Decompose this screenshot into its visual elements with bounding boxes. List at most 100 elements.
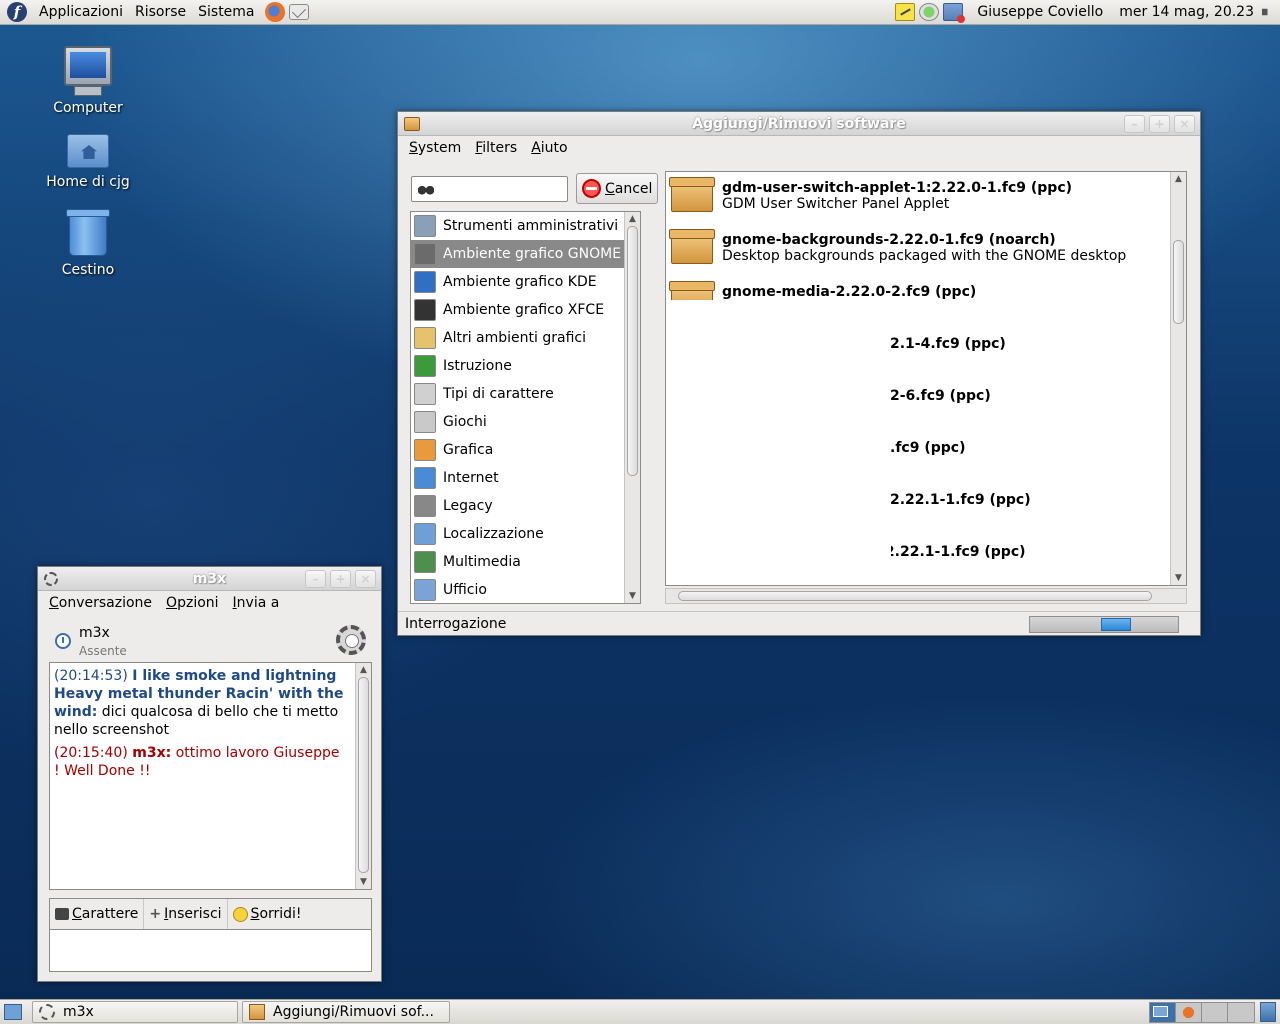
group-item[interactable]: Altri ambienti grafici [411, 324, 640, 352]
buddy-icon[interactable] [336, 625, 366, 655]
group-item[interactable]: Grafica [411, 436, 640, 464]
close-button[interactable]: × [355, 569, 376, 588]
group-list-scrollbar[interactable]: ▲ ▼ [624, 212, 640, 603]
pidgin-gear-icon [39, 1004, 55, 1020]
floppy-icon [414, 495, 436, 517]
conversation-log[interactable]: (20:14:53) I like smoke and lightning He… [49, 662, 372, 890]
package-row[interactable]: gnome-backgrounds-2.22.0-1.fc9 (noarch) D… [666, 224, 1170, 276]
mail-launcher-icon[interactable] [288, 4, 309, 20]
fedora-logo-icon[interactable]: f [7, 2, 27, 22]
maximize-button[interactable]: + [1149, 114, 1170, 133]
cancel-button[interactable]: Cancel [576, 173, 658, 204]
insert-button[interactable]: + Inserisci [144, 899, 228, 929]
scroll-down-arrow-icon[interactable]: ▼ [356, 875, 371, 889]
network-manager-icon[interactable] [943, 3, 966, 23]
group-item[interactable]: Ambiente grafico KDE [411, 268, 640, 296]
update-notifier-icon[interactable] [919, 3, 940, 21]
package-list: gdm-user-switch-applet-1:2.22.0-1.fc9 (p… [665, 171, 1187, 586]
package-list-hscrollbar[interactable] [665, 588, 1187, 604]
menu-system[interactable]: System [402, 140, 468, 156]
kde-icon [414, 271, 436, 293]
package-row[interactable]: gdm-user-switch-applet-1:2.22.0-1.fc9 (p… [666, 172, 1170, 224]
package-window-icon[interactable] [404, 116, 420, 131]
maximize-button[interactable]: + [330, 569, 351, 588]
group-item[interactable]: Ambiente grafico GNOME [411, 240, 640, 268]
top-panel: f Applicazioni Risorse Sistema Giuseppe … [0, 0, 1280, 25]
paint-palette-icon [414, 439, 436, 461]
chat-message: (20:14:53) I like smoke and lightning He… [54, 667, 349, 739]
scroll-down-arrow-icon[interactable]: ▼ [625, 589, 640, 603]
window-title: Aggiungi/Rimuovi software [692, 115, 906, 132]
menu-sistema[interactable]: Sistema [192, 4, 260, 20]
menu-applicazioni[interactable]: Applicazioni [33, 4, 129, 20]
message-input[interactable] [49, 929, 372, 972]
group-label: Internet [443, 470, 499, 486]
group-item[interactable]: Ambiente grafico XFCE [411, 296, 640, 324]
scrollbar-thumb[interactable] [678, 591, 1152, 601]
taskbar-label: m3x [63, 1004, 94, 1020]
taskbar-button-chat[interactable]: m3x [32, 1001, 238, 1023]
taskbar-button-software[interactable]: Aggiungi/Rimuovi sof... [242, 1001, 450, 1023]
trash-applet-icon[interactable] [1260, 1002, 1276, 1022]
group-item[interactable]: Strumenti amministrativi [411, 212, 640, 240]
group-item[interactable]: Giochi [411, 408, 640, 436]
group-label: Ambiente grafico XFCE [443, 302, 605, 318]
film-icon [414, 551, 436, 573]
status-text: Interrogazione [405, 615, 507, 632]
menu-aiuto[interactable]: Aiuto [524, 140, 574, 156]
group-item[interactable]: Legacy [411, 492, 640, 520]
admin-tools-icon [414, 215, 436, 237]
scrollbar-thumb[interactable] [1173, 240, 1184, 324]
desktop-icon-computer[interactable]: Computer [33, 46, 143, 116]
window-titlebar[interactable]: m3x – + × [38, 567, 381, 591]
package-name: 2.22.1-1.fc9 (ppc) [890, 492, 1031, 508]
desktop-icon-trash[interactable]: Cestino [33, 209, 143, 278]
font-icon [414, 383, 436, 405]
menu-conversazione[interactable]: Conversazione [42, 595, 159, 611]
group-label: Legacy [443, 498, 493, 514]
window-titlebar[interactable]: Aggiungi/Rimuovi software – + × [398, 112, 1200, 136]
scroll-up-arrow-icon[interactable]: ▲ [1171, 172, 1186, 186]
package-list-scrollbar[interactable]: ▲ ▼ [1170, 172, 1186, 585]
group-item[interactable]: Internet [411, 464, 640, 492]
desktop-icon-home[interactable]: Home di cjg [33, 134, 143, 190]
firefox-launcher-icon[interactable] [264, 2, 285, 22]
group-item[interactable]: Istruzione [411, 352, 640, 380]
joystick-icon [414, 411, 436, 433]
scroll-down-arrow-icon[interactable]: ▼ [1171, 571, 1186, 585]
minimize-button[interactable]: – [305, 569, 326, 588]
search-input[interactable] [411, 176, 568, 202]
scrollbar-thumb[interactable] [627, 226, 638, 476]
scroll-up-arrow-icon[interactable]: ▲ [356, 663, 371, 677]
menu-invia-a[interactable]: Invia a [226, 595, 287, 611]
workspace-3[interactable] [1202, 1002, 1228, 1022]
message-sender: m3x: [132, 745, 172, 761]
user-switcher[interactable]: Giuseppe Coviello [967, 4, 1113, 20]
menu-opzioni[interactable]: Opzioni [159, 595, 225, 611]
menu-risorse[interactable]: Risorse [129, 4, 192, 20]
volume-icon[interactable] [1262, 4, 1276, 20]
scrollbar-thumb[interactable] [358, 677, 369, 873]
group-item[interactable]: Localizzazione [411, 520, 640, 548]
flag-icon [414, 523, 436, 545]
package-name: .fc9 (ppc) [890, 440, 966, 456]
close-button[interactable]: × [1174, 114, 1195, 133]
workspace-4[interactable] [1228, 1002, 1254, 1022]
group-item[interactable]: Multimedia [411, 548, 640, 576]
font-button[interactable]: Carattere [50, 899, 145, 929]
group-item[interactable]: Ufficio [411, 576, 640, 603]
clock[interactable]: mer 14 mag, 20.23 [1113, 4, 1260, 20]
statusbar: Interrogazione [398, 611, 1200, 635]
group-label: Multimedia [443, 554, 521, 570]
show-desktop-icon[interactable] [4, 1004, 22, 1020]
menu-filters[interactable]: Filters [468, 140, 524, 156]
scroll-up-arrow-icon[interactable]: ▲ [625, 212, 640, 226]
conversation-scrollbar[interactable]: ▲ ▼ [355, 663, 371, 889]
sticky-notes-icon[interactable] [895, 3, 916, 21]
pidgin-gear-icon[interactable] [44, 571, 58, 586]
minimize-button[interactable]: – [1124, 114, 1145, 133]
workspace-2[interactable] [1176, 1002, 1202, 1022]
smiley-button[interactable]: Sorridi! [228, 899, 307, 929]
workspace-1[interactable] [1150, 1002, 1176, 1022]
group-item[interactable]: Tipi di carattere [411, 380, 640, 408]
